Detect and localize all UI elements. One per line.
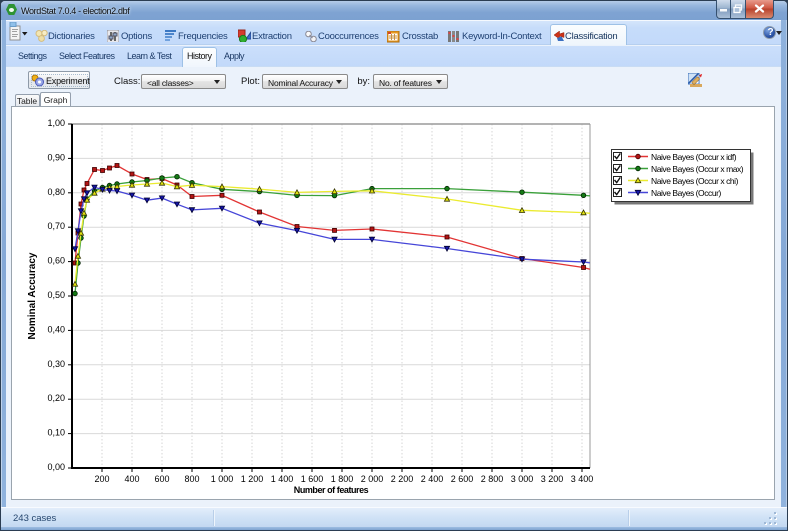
svg-text:1 200: 1 200 <box>241 474 264 484</box>
svg-text:Nominal Accuracy: Nominal Accuracy <box>27 252 38 339</box>
svg-text:2 000: 2 000 <box>361 474 384 484</box>
svg-text:3 000: 3 000 <box>511 474 534 484</box>
svg-text:Number of features: Number of features <box>294 485 369 495</box>
svg-text:Naive Bayes (Occur x chi): Naive Bayes (Occur x chi) <box>651 176 739 186</box>
svg-text:800: 800 <box>184 474 199 484</box>
svg-text:Naive Bayes (Occur x max): Naive Bayes (Occur x max) <box>651 164 744 174</box>
svg-text:Naive Bayes (Occur): Naive Bayes (Occur) <box>651 188 721 198</box>
svg-text:0,00: 0,00 <box>47 462 65 472</box>
svg-text:0,20: 0,20 <box>47 393 65 403</box>
svg-text:Naive Bayes (Occur x idf): Naive Bayes (Occur x idf) <box>651 152 737 162</box>
svg-text:1 600: 1 600 <box>301 474 324 484</box>
svg-text:0,60: 0,60 <box>47 256 65 266</box>
svg-text:200: 200 <box>94 474 109 484</box>
svg-text:3 200: 3 200 <box>541 474 564 484</box>
svg-text:2 200: 2 200 <box>391 474 414 484</box>
svg-text:0,30: 0,30 <box>47 359 65 369</box>
svg-text:2 800: 2 800 <box>481 474 504 484</box>
svg-text:0,50: 0,50 <box>47 290 65 300</box>
svg-text:0,40: 0,40 <box>47 324 65 334</box>
svg-text:0,90: 0,90 <box>47 152 65 162</box>
svg-text:400: 400 <box>124 474 139 484</box>
svg-text:1,00: 1,00 <box>47 118 65 128</box>
svg-text:2 600: 2 600 <box>451 474 474 484</box>
svg-text:600: 600 <box>154 474 169 484</box>
svg-text:0,70: 0,70 <box>47 221 65 231</box>
svg-text:2 400: 2 400 <box>421 474 444 484</box>
svg-text:3 400: 3 400 <box>571 474 594 484</box>
svg-text:0,80: 0,80 <box>47 187 65 197</box>
svg-text:0,10: 0,10 <box>47 428 65 438</box>
svg-text:1 000: 1 000 <box>211 474 234 484</box>
svg-text:1 400: 1 400 <box>271 474 294 484</box>
svg-text:1 800: 1 800 <box>331 474 354 484</box>
